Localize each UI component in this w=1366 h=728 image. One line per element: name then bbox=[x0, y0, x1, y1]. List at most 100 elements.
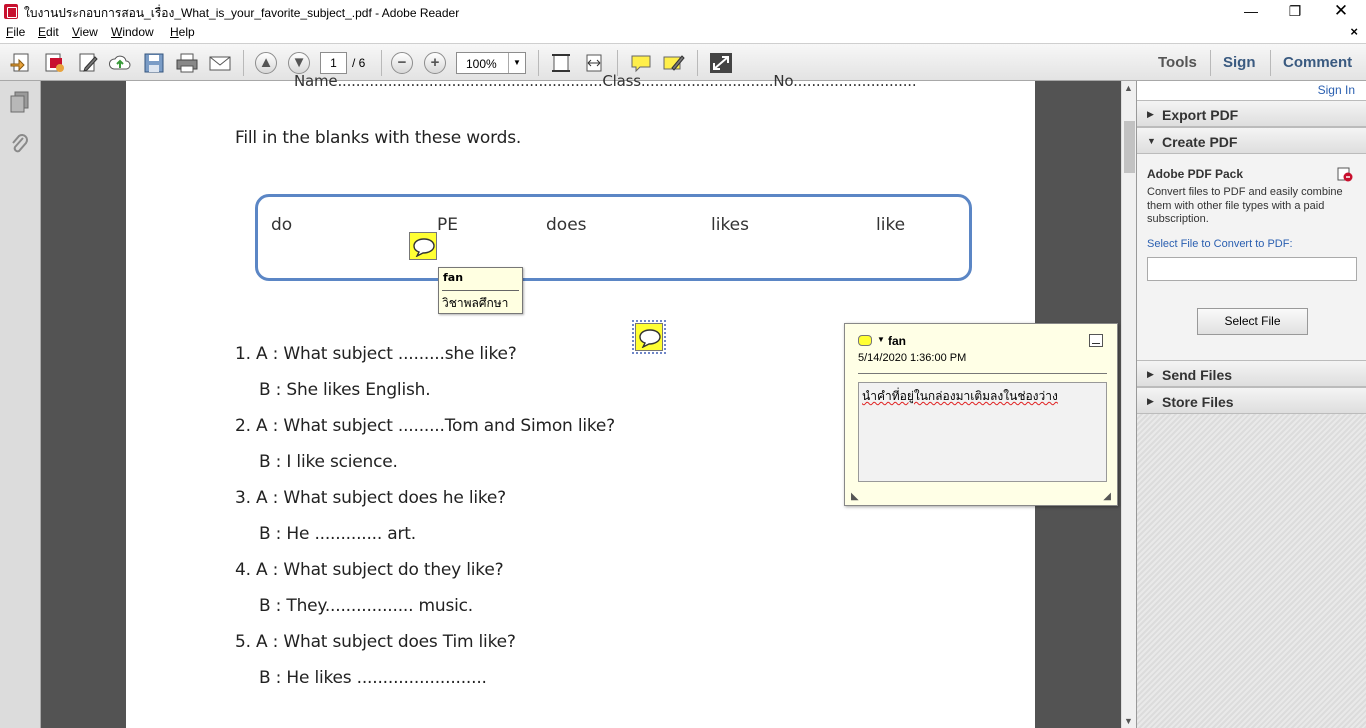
instruction-heading: Fill in the blanks with these words. bbox=[235, 128, 522, 148]
word-bank-item: do bbox=[271, 215, 293, 235]
comment-author: fan bbox=[888, 334, 906, 348]
minimize-comment-button[interactable] bbox=[1089, 334, 1103, 347]
tooltip-divider bbox=[442, 290, 519, 291]
window-title: ใบงานประกอบการสอน_เรื่อง_What_is_your_fa… bbox=[24, 6, 460, 20]
question-a: 2. A : What subject .........Tom and Sim… bbox=[235, 416, 615, 436]
chevron-down-icon[interactable]: ▼ bbox=[877, 335, 885, 344]
sign-pane-button[interactable]: Sign bbox=[1223, 54, 1256, 71]
save-icon[interactable] bbox=[142, 52, 166, 74]
page-number-input[interactable]: 1 bbox=[320, 52, 347, 74]
menu-window[interactable]: Window bbox=[111, 25, 154, 39]
question-a: 1. A : What subject .........she like? bbox=[235, 344, 517, 364]
tooltip-author: fan bbox=[443, 271, 464, 284]
zoom-value: 100% bbox=[466, 57, 497, 71]
chevron-right-icon: ▶ bbox=[1147, 109, 1154, 119]
word-bank-item: does bbox=[546, 215, 587, 235]
create-pdf-section[interactable]: ▼ Create PDF bbox=[1137, 127, 1366, 154]
print-icon[interactable] bbox=[175, 52, 199, 74]
sticky-note-comment-icon[interactable] bbox=[632, 320, 666, 354]
adobe-reader-app-icon bbox=[4, 4, 18, 19]
title-bar: ใบงานประกอบการสอน_เรื่อง_What_is_your_fa… bbox=[0, 0, 1366, 23]
create-pdf-icon[interactable] bbox=[42, 52, 66, 74]
comment-divider bbox=[858, 373, 1107, 374]
edit-pdf-icon[interactable] bbox=[76, 52, 100, 74]
upload-cloud-icon[interactable] bbox=[108, 52, 132, 74]
close-document-button[interactable]: × bbox=[1350, 24, 1358, 39]
question-b: B : She likes English. bbox=[259, 380, 431, 400]
scroll-down-arrow-icon[interactable]: ▼ bbox=[1124, 716, 1133, 726]
menu-help[interactable]: Help bbox=[170, 25, 195, 39]
comment-text-field[interactable]: นำคำที่อยู่ในกล่องมาเติมลงในช่องว่าง bbox=[858, 382, 1107, 482]
resize-grip-icon[interactable]: ◣ bbox=[851, 491, 859, 502]
menu-edit[interactable]: Edit bbox=[38, 25, 59, 39]
minimize-button[interactable]: — bbox=[1228, 0, 1274, 23]
word-bank-item: PE bbox=[437, 215, 458, 235]
attachments-paperclip-icon[interactable] bbox=[9, 133, 31, 157]
comment-text: นำคำที่อยู่ในกล่องมาเติมลงในช่องว่าง bbox=[862, 389, 1058, 403]
chevron-down-icon: ▼ bbox=[1147, 136, 1156, 146]
close-window-button[interactable]: ✕ bbox=[1318, 0, 1364, 23]
section-label: Send Files bbox=[1162, 367, 1233, 383]
highlight-text-icon[interactable] bbox=[662, 52, 686, 74]
pdf-pack-icon[interactable] bbox=[1337, 166, 1353, 182]
comment-pane-button[interactable]: Comment bbox=[1283, 54, 1352, 71]
toolbar-separator bbox=[243, 50, 244, 76]
tools-pane-button[interactable]: Tools bbox=[1158, 54, 1197, 71]
email-icon[interactable] bbox=[208, 52, 232, 74]
full-screen-icon[interactable] bbox=[709, 52, 733, 74]
question-a: 5. A : What subject does Tim like? bbox=[235, 632, 516, 652]
word-bank-item: likes bbox=[711, 215, 750, 235]
store-files-section[interactable]: ▶ Store Files bbox=[1137, 387, 1366, 414]
question-b: B : They................. music. bbox=[259, 596, 473, 616]
menu-view[interactable]: View bbox=[72, 25, 98, 39]
comment-date: 5/14/2020 1:36:00 PM bbox=[858, 352, 967, 364]
page-thumbnails-icon[interactable] bbox=[8, 90, 32, 114]
export-pdf-section[interactable]: ▶ Export PDF bbox=[1137, 100, 1366, 127]
zoom-select[interactable]: 100% ▼ bbox=[456, 52, 526, 74]
pdf-pack-description: Convert files to PDF and easily combine … bbox=[1147, 186, 1343, 225]
name-class-no-line: Name....................................… bbox=[294, 72, 917, 90]
zoom-out-button[interactable]: − bbox=[391, 52, 413, 74]
chevron-down-icon[interactable]: ▼ bbox=[508, 53, 525, 73]
tools-right-panel: Sign In ▶ Export PDF ▼ Create PDF Adobe … bbox=[1136, 81, 1366, 728]
menu-file[interactable]: File bbox=[6, 25, 25, 39]
pdf-pack-title: Adobe PDF Pack bbox=[1147, 167, 1244, 181]
comment-popup[interactable]: ▼ fan 5/14/2020 1:36:00 PM นำคำที่อยู่ใน… bbox=[844, 323, 1118, 506]
menu-bar: File Edit View Window Help × bbox=[0, 23, 1366, 43]
scroll-up-arrow-icon[interactable]: ▲ bbox=[1124, 83, 1133, 93]
question-b: B : He ............. art. bbox=[259, 524, 416, 544]
left-navigation-pane bbox=[0, 81, 41, 728]
section-label: Export PDF bbox=[1162, 107, 1239, 123]
sticky-note-icon[interactable] bbox=[629, 52, 653, 74]
fit-page-icon[interactable] bbox=[549, 52, 573, 74]
next-page-button[interactable]: ▼ bbox=[288, 52, 310, 74]
open-file-icon[interactable] bbox=[9, 52, 33, 74]
scrollbar-thumb[interactable] bbox=[1124, 121, 1135, 173]
tooltip-text: วิชาพลศึกษา bbox=[442, 296, 509, 310]
fit-width-icon[interactable] bbox=[582, 52, 606, 74]
maximize-button[interactable]: ❐ bbox=[1272, 0, 1318, 23]
sign-in-link[interactable]: Sign In bbox=[1318, 83, 1355, 97]
chevron-right-icon: ▶ bbox=[1147, 396, 1154, 406]
select-file-button[interactable]: Select File bbox=[1197, 308, 1308, 335]
vertical-scrollbar[interactable]: ▲ ▼ bbox=[1121, 81, 1136, 728]
toolbar-separator bbox=[1210, 50, 1211, 76]
comment-tooltip: fan วิชาพลศึกษา bbox=[438, 267, 523, 314]
question-b: B : He likes ......................... bbox=[259, 668, 487, 688]
question-a: 3. A : What subject does he like? bbox=[235, 488, 506, 508]
create-pdf-body: Adobe PDF Pack Convert files to PDF and … bbox=[1137, 154, 1366, 360]
question-a: 4. A : What subject do they like? bbox=[235, 560, 504, 580]
zoom-in-button[interactable]: + bbox=[424, 52, 446, 74]
page-total: / 6 bbox=[352, 56, 366, 70]
send-files-section[interactable]: ▶ Send Files bbox=[1137, 360, 1366, 387]
sticky-note-comment-icon[interactable] bbox=[409, 232, 437, 260]
section-label: Store Files bbox=[1162, 394, 1234, 410]
section-label: Create PDF bbox=[1162, 134, 1238, 150]
chevron-right-icon: ▶ bbox=[1147, 369, 1154, 379]
resize-grip-icon[interactable]: ◢ bbox=[1103, 491, 1111, 502]
file-path-input[interactable] bbox=[1147, 257, 1357, 281]
question-b: B : I like science. bbox=[259, 452, 398, 472]
prev-page-button[interactable]: ▲ bbox=[255, 52, 277, 74]
word-bank-item: like bbox=[876, 215, 906, 235]
right-panel-header: Sign In bbox=[1137, 81, 1366, 100]
